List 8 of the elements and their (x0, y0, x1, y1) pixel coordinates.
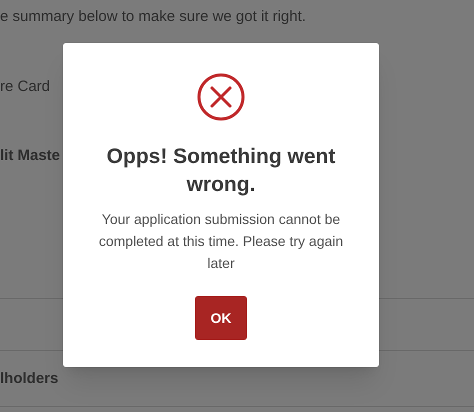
section-heading: lit Maste (0, 146, 60, 166)
dialog-message: Your application submission cannot be completed at this time. Please try again later (98, 210, 344, 273)
section-heading: lholders (0, 368, 58, 388)
dialog-title: Opps! Something went wrong. (106, 144, 336, 198)
error-icon (197, 73, 245, 121)
ok-button[interactable]: OK (195, 296, 247, 340)
card-label: re Card (0, 76, 50, 96)
intro-text: e summary below to make sure we got it right. (0, 7, 306, 27)
